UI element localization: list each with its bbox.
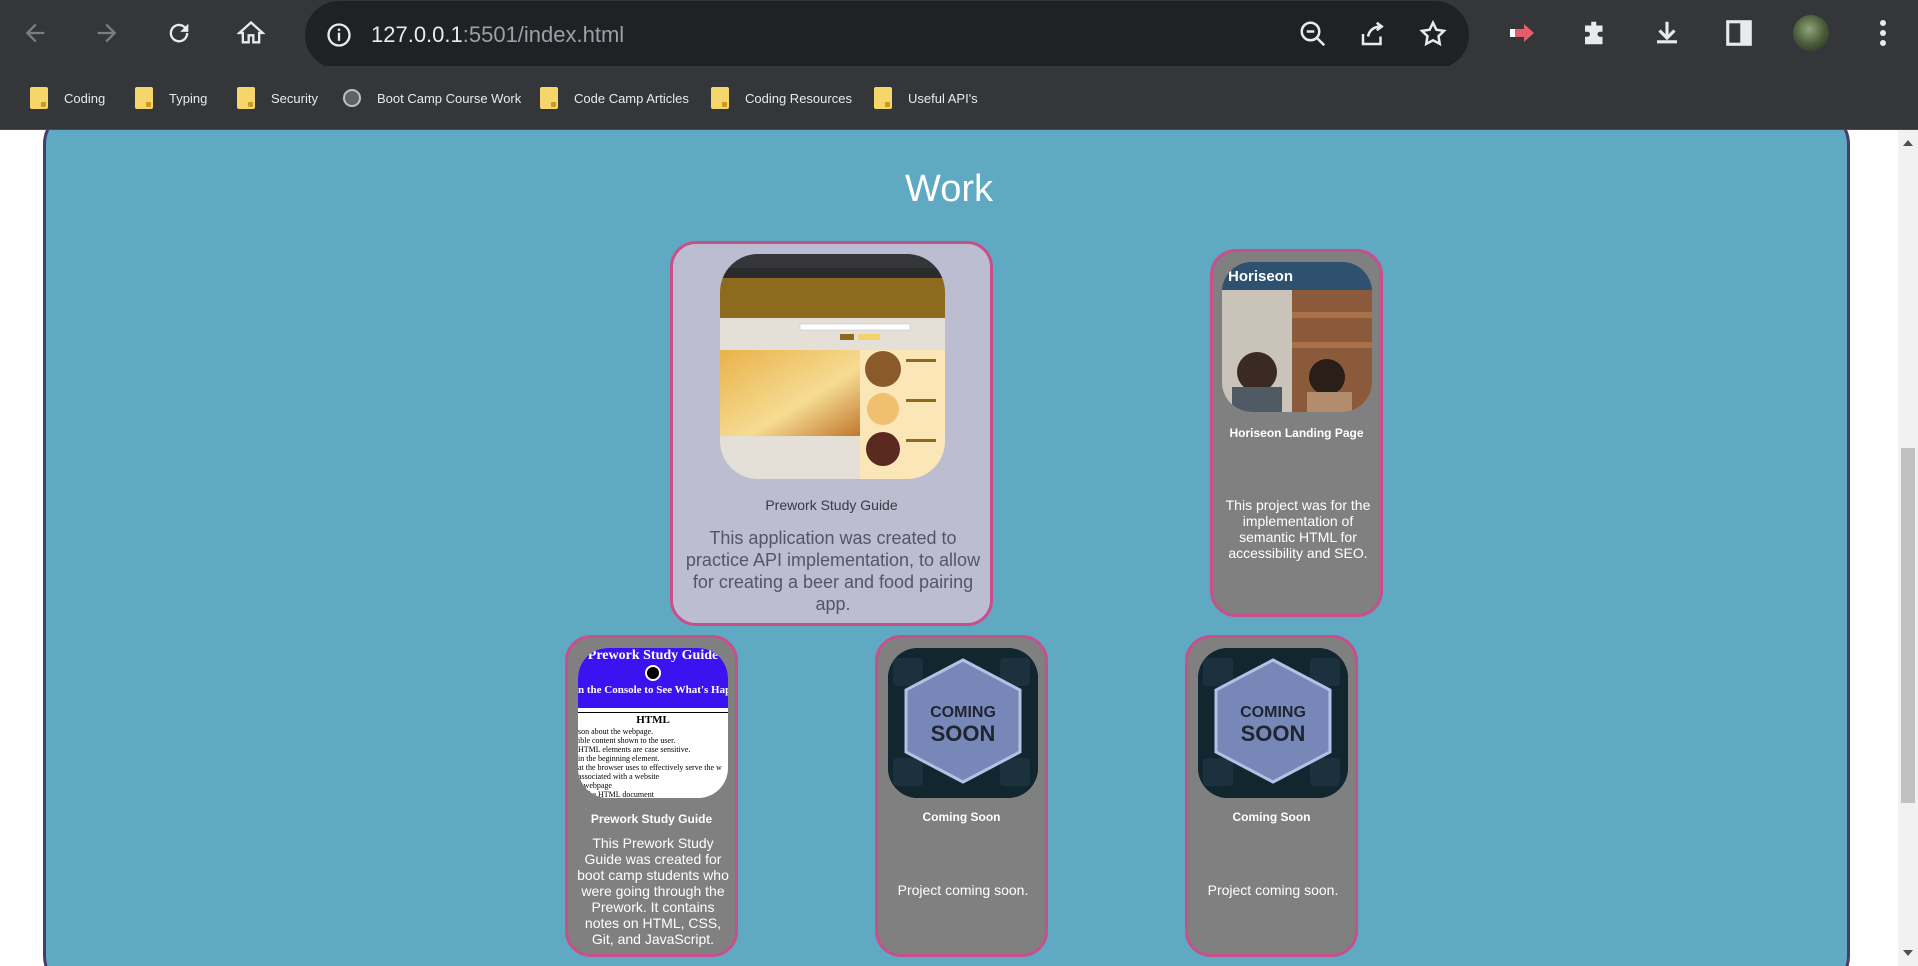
zoom-icon[interactable] bbox=[1298, 19, 1330, 51]
skull-icon bbox=[645, 665, 661, 681]
bookmark-useful-apis[interactable]: Useful API's bbox=[874, 86, 978, 110]
coming-soon-line-2: SOON bbox=[930, 721, 996, 746]
coming-soon-image: COMING SOON bbox=[1198, 648, 1348, 798]
address-bar[interactable]: 127.0.0.1:5501/index.html bbox=[305, 1, 1469, 69]
card-description: This Prework Study Guide was created for… bbox=[577, 835, 729, 947]
vertical-scrollbar[interactable] bbox=[1898, 130, 1918, 966]
card-title: Horiseon Landing Page bbox=[1229, 426, 1364, 440]
card-description: Project coming soon. bbox=[1207, 882, 1339, 898]
bookmark-label: Boot Camp Course Work bbox=[377, 90, 522, 106]
card-description: Project coming soon. bbox=[897, 882, 1029, 898]
bookmark-star-icon[interactable] bbox=[1418, 19, 1450, 51]
folder-icon bbox=[237, 87, 255, 109]
folder-icon bbox=[874, 87, 892, 109]
bookmark-label: Security bbox=[271, 90, 318, 106]
thumb-note-line: at the browser uses to effectively serve… bbox=[578, 763, 722, 772]
thumb-note-line: in the beginning element. bbox=[578, 754, 660, 763]
thumb-note-line: son about the webpage. bbox=[578, 727, 654, 736]
url-host: 127.0.0.1 bbox=[371, 22, 463, 47]
bookmark-label: Code Camp Articles bbox=[574, 90, 689, 106]
forward-arrow-icon[interactable] bbox=[87, 13, 127, 53]
thumb-note-line: ible content shown to the user. bbox=[578, 736, 676, 745]
thumb-note-line: associated with a website bbox=[578, 772, 660, 781]
url-path: :5501/index.html bbox=[462, 22, 625, 47]
back-arrow-icon[interactable] bbox=[15, 13, 55, 53]
project-card-beer-pairing[interactable]: Prework Study Guide This application was… bbox=[670, 241, 993, 626]
project-screenshot: Prework Study Guide n the Console to See… bbox=[578, 648, 728, 798]
thumb-note-line: in the HTML document bbox=[578, 790, 654, 798]
card-title: Prework Study Guide bbox=[590, 812, 713, 826]
bookmark-label: Typing bbox=[169, 90, 208, 106]
bookmark-label: Coding Resources bbox=[745, 90, 852, 106]
bookmark-boot-camp[interactable]: Boot Camp Course Work bbox=[343, 86, 521, 110]
scroll-down-arrow-icon[interactable] bbox=[1903, 950, 1913, 956]
thumb-note-line: HTML elements are case sensitive. bbox=[578, 745, 691, 754]
project-card-prework[interactable]: Prework Study Guide n the Console to See… bbox=[565, 635, 738, 957]
browser-toolbar: 127.0.0.1:5501/index.html bbox=[0, 0, 1918, 69]
thumb-heading: HTML bbox=[636, 714, 670, 726]
menu-kebab-icon[interactable] bbox=[1863, 13, 1903, 53]
coming-soon-line-1: COMING bbox=[930, 704, 996, 721]
project-screenshot: Horiseon bbox=[1222, 262, 1372, 412]
folder-icon bbox=[540, 87, 558, 109]
coming-soon-image: COMING SOON bbox=[888, 648, 1038, 798]
reload-icon[interactable] bbox=[159, 13, 199, 53]
globe-icon bbox=[343, 89, 361, 107]
thumb-note-line: a webpage bbox=[578, 781, 612, 790]
card-title: Prework Study Guide bbox=[765, 497, 898, 513]
bookmark-coding[interactable]: Coding bbox=[30, 86, 105, 110]
card-title: Coming Soon bbox=[922, 810, 1001, 824]
thumb-divider bbox=[578, 712, 728, 713]
project-screenshot bbox=[720, 254, 945, 479]
folder-icon bbox=[711, 87, 729, 109]
section-title: Work bbox=[905, 168, 993, 210]
coming-soon-line-1: COMING bbox=[1240, 704, 1306, 721]
extension-arrow-icon[interactable] bbox=[1503, 13, 1543, 53]
folder-icon bbox=[135, 87, 153, 109]
avatar-image bbox=[1793, 15, 1829, 51]
download-icon[interactable] bbox=[1647, 13, 1687, 53]
extensions-puzzle-icon[interactable] bbox=[1575, 13, 1615, 53]
profile-avatar[interactable] bbox=[1791, 13, 1831, 53]
project-card-coming-soon-1[interactable]: COMING SOON Coming Soon Project coming s… bbox=[875, 635, 1048, 957]
project-card-horiseon[interactable]: Horiseon Horiseon Landing Page This proj… bbox=[1210, 249, 1383, 617]
horiseon-logo-text: Horiseon bbox=[1228, 268, 1294, 285]
scroll-up-arrow-icon[interactable] bbox=[1903, 140, 1913, 146]
project-card-coming-soon-2[interactable]: COMING SOON Coming Soon Project coming s… bbox=[1185, 635, 1358, 957]
site-info-icon[interactable] bbox=[325, 21, 353, 49]
bookmarks-bar: Coding Typing Security Boot Camp Course … bbox=[0, 66, 1918, 130]
card-title: Coming Soon bbox=[1232, 810, 1311, 824]
home-icon[interactable] bbox=[231, 13, 271, 53]
thumb-header: Prework Study Guide bbox=[587, 648, 719, 663]
bookmark-typing[interactable]: Typing bbox=[135, 86, 207, 110]
thumb-notes: son about the webpage. ible content show… bbox=[578, 727, 728, 798]
coming-soon-line-2: SOON bbox=[1240, 721, 1306, 746]
url-text[interactable]: 127.0.0.1:5501/index.html bbox=[371, 21, 624, 49]
scroll-thumb[interactable] bbox=[1901, 448, 1915, 803]
thumb-subheader: n the Console to See What's Happe bbox=[578, 684, 728, 696]
bookmark-coding-resources[interactable]: Coding Resources bbox=[711, 86, 852, 110]
bookmark-label: Coding bbox=[64, 90, 106, 106]
card-description: This application was created to practice… bbox=[685, 528, 981, 614]
folder-icon bbox=[30, 87, 48, 109]
share-icon[interactable] bbox=[1358, 19, 1390, 51]
card-description: This project was for the implementation … bbox=[1225, 497, 1371, 561]
side-panel-icon[interactable] bbox=[1719, 13, 1759, 53]
bookmark-security[interactable]: Security bbox=[237, 86, 318, 110]
bookmark-code-camp-articles[interactable]: Code Camp Articles bbox=[540, 86, 689, 110]
bookmark-label: Useful API's bbox=[908, 90, 978, 106]
